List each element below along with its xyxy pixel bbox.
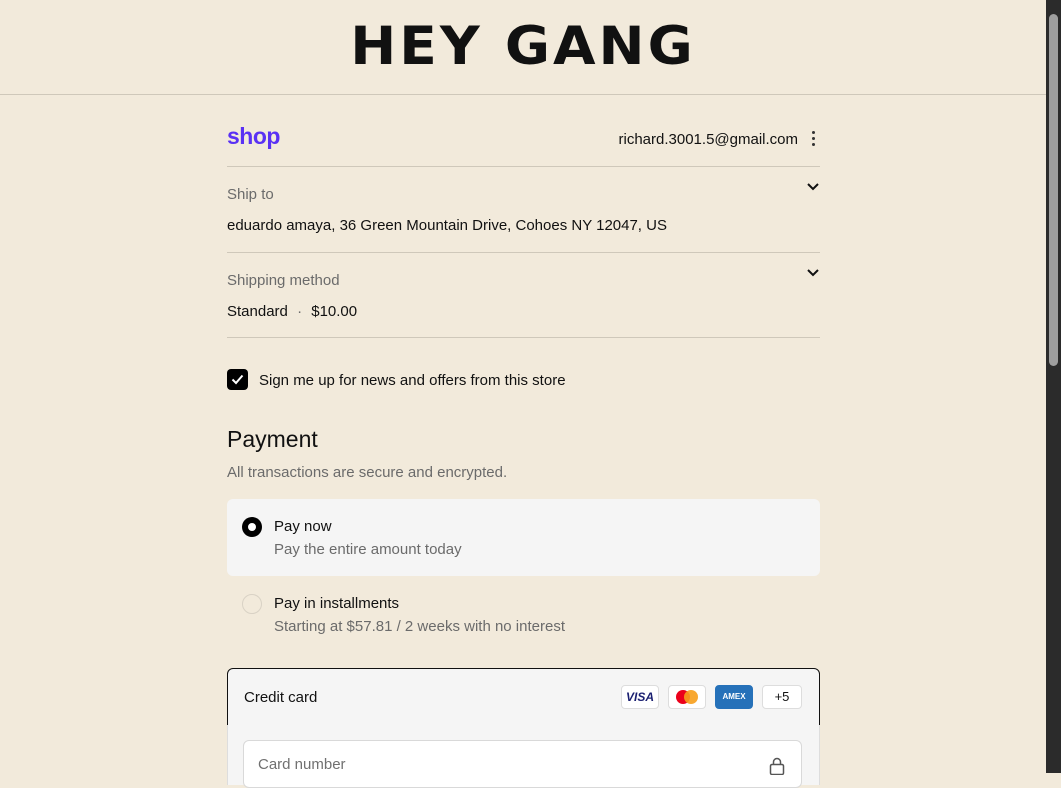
ship-to-label: Ship to: [227, 186, 274, 203]
lock-icon: [769, 757, 785, 775]
ship-to-address: eduardo amaya, 36 Green Mountain Drive, …: [227, 217, 667, 234]
option-title: Pay now: [274, 518, 332, 535]
credit-card-option[interactable]: Credit card VISA AMEX +5: [227, 668, 820, 726]
pay-now-option[interactable]: Pay now Pay the entire amount today: [227, 499, 820, 576]
divider: [227, 252, 820, 253]
newsletter-checkbox[interactable]: [227, 369, 248, 390]
option-subtitle: Pay the entire amount today: [274, 541, 462, 558]
shipping-method-value: Standard · $10.00: [227, 303, 357, 320]
store-logo[interactable]: HEY GANG: [0, 16, 1046, 77]
scrollbar-thumb[interactable]: [1049, 14, 1058, 366]
account-email: richard.3001.5@gmail.com: [618, 131, 798, 148]
credit-card-form: [227, 725, 820, 788]
amex-icon: AMEX: [715, 685, 753, 709]
chevron-down-icon[interactable]: [806, 268, 820, 278]
card-number-field[interactable]: [243, 740, 802, 788]
shop-pay-logo: shop: [227, 123, 280, 149]
separator: ·: [297, 303, 303, 320]
newsletter-label[interactable]: Sign me up for news and offers from this…: [259, 372, 566, 389]
card-number-input[interactable]: [256, 755, 740, 774]
shipping-method-name: Standard: [227, 303, 288, 320]
pay-now-radio[interactable]: [242, 517, 262, 537]
installments-radio[interactable]: [242, 594, 262, 614]
mastercard-icon: [668, 685, 706, 709]
credit-card-label: Credit card: [244, 689, 318, 706]
more-options-icon[interactable]: [806, 128, 820, 150]
divider: [227, 166, 820, 167]
option-title: Pay in installments: [274, 595, 400, 612]
shipping-price: $10.00: [311, 303, 358, 320]
payment-title: Payment: [227, 426, 318, 452]
page-scrollbar[interactable]: [1046, 0, 1061, 773]
divider: [227, 337, 820, 338]
option-subtitle: Starting at $57.81 / 2 weeks with no int…: [274, 618, 565, 635]
pay-in-installments-option[interactable]: Pay in installments Starting at $57.81 /…: [227, 576, 820, 653]
shipping-method-label: Shipping method: [227, 272, 340, 289]
more-cards-badge: +5: [762, 685, 802, 709]
chevron-down-icon[interactable]: [806, 182, 820, 192]
visa-icon: VISA: [621, 685, 659, 709]
checkmark-icon: [231, 374, 244, 385]
payment-subtitle: All transactions are secure and encrypte…: [227, 464, 508, 481]
store-header: HEY GANG: [0, 0, 1046, 95]
